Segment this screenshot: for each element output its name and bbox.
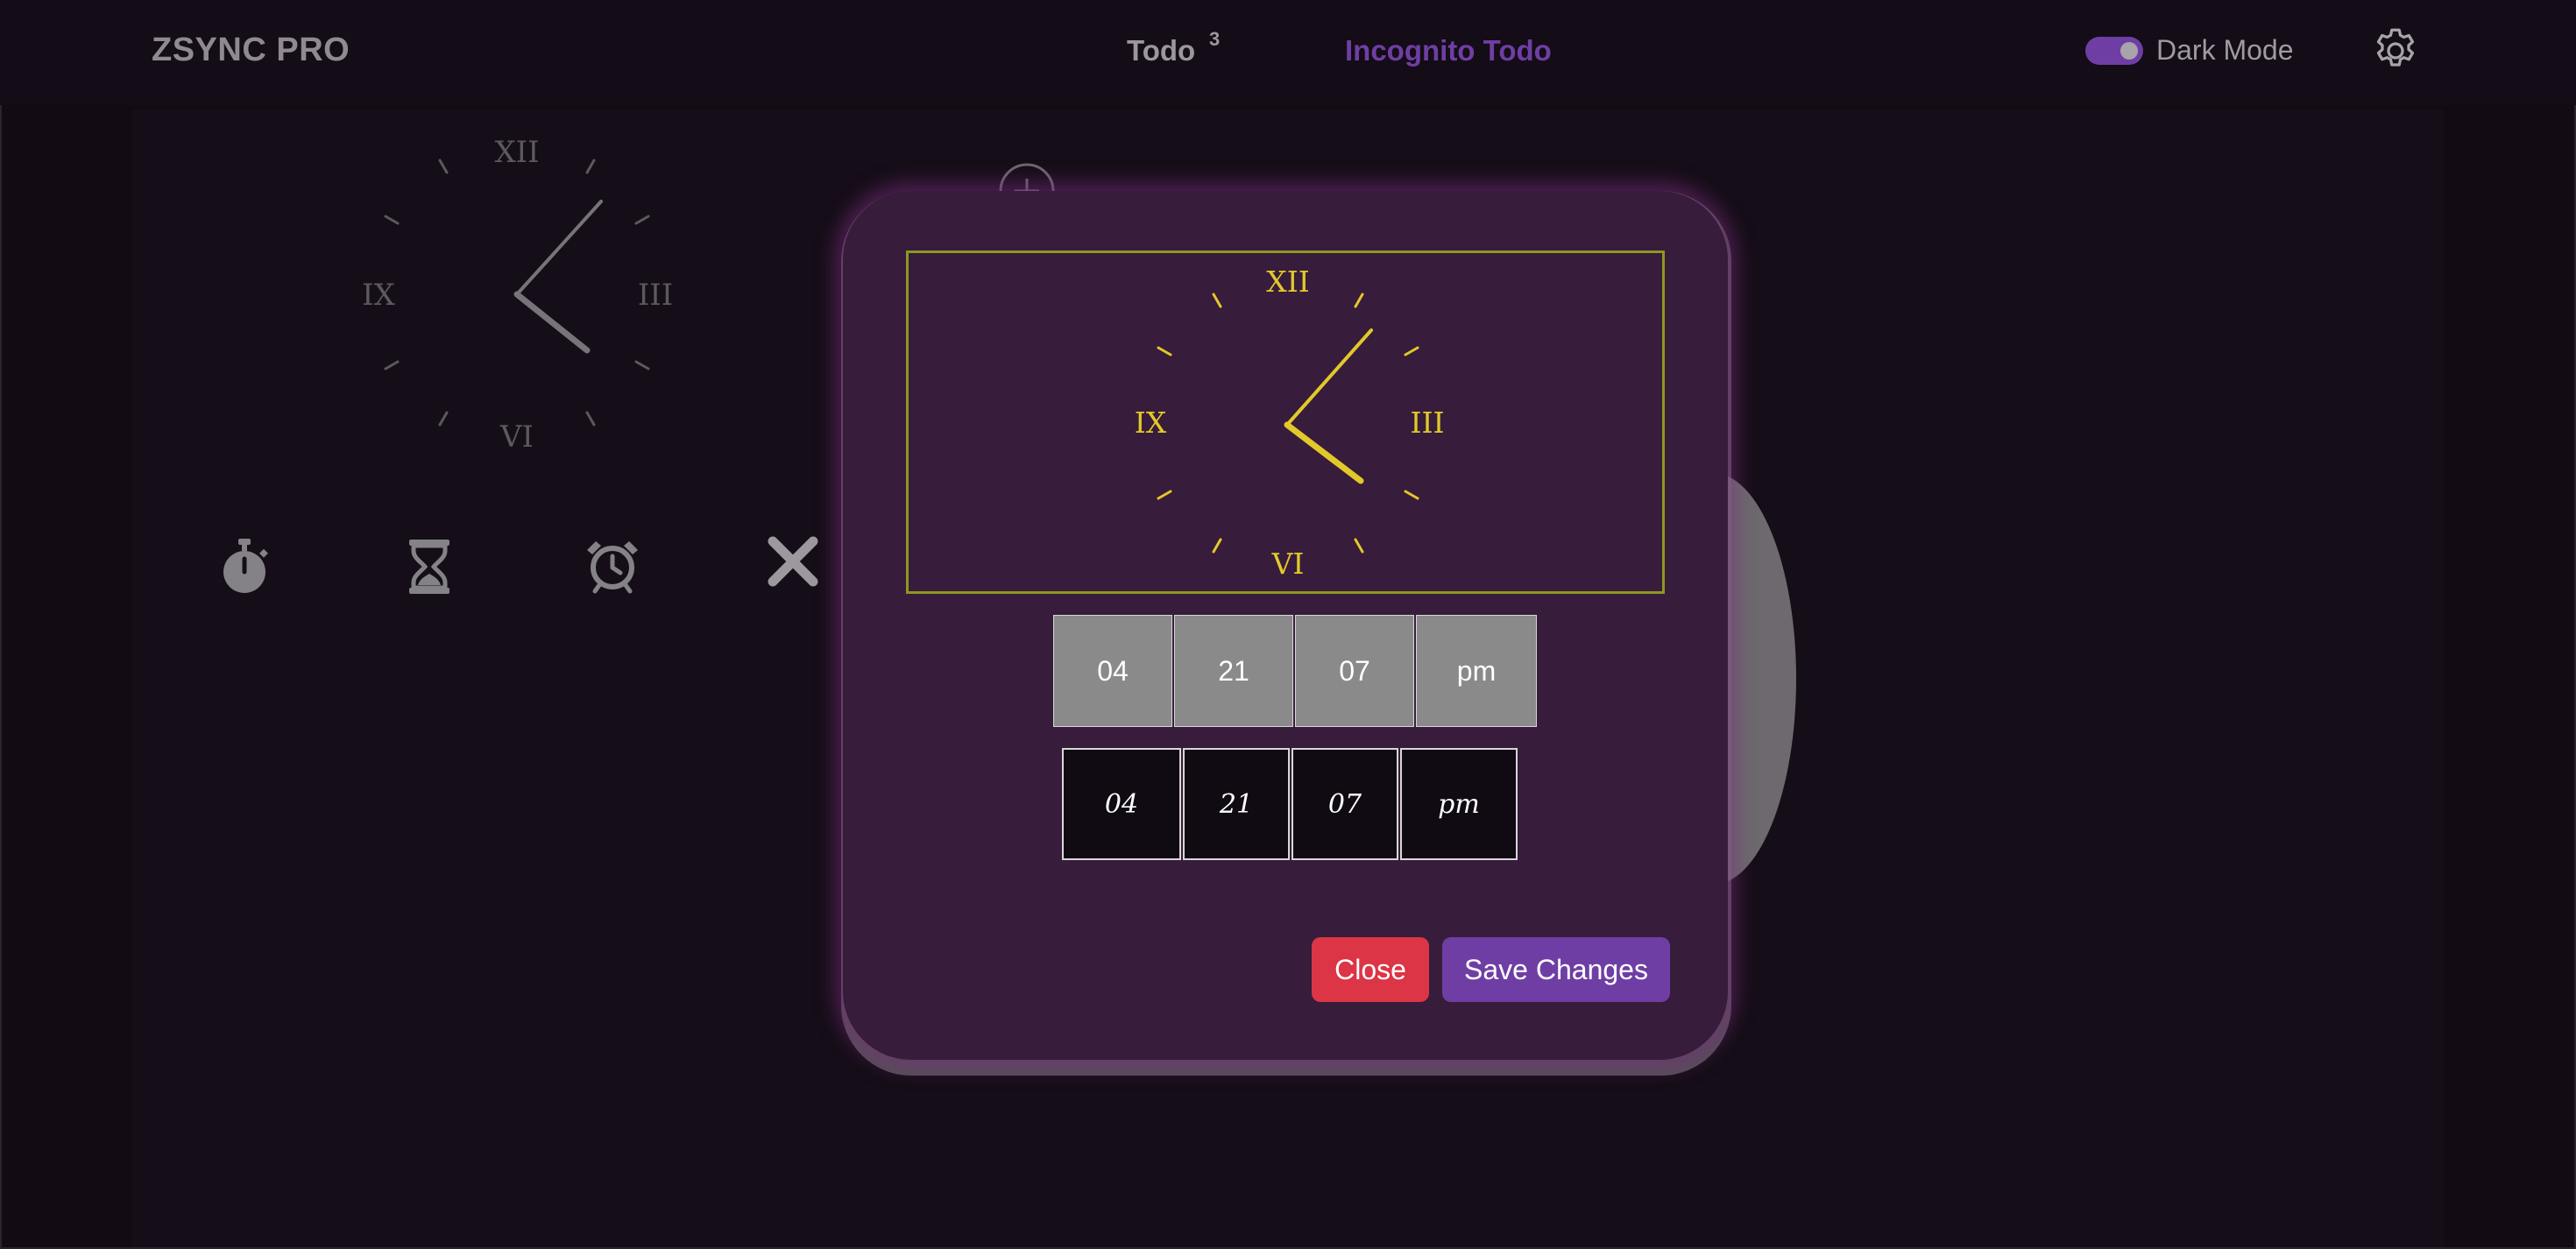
time-picker-modal: XII III VI IX 04 21 07 pm 04 21 07 pm Cl… bbox=[843, 191, 1728, 1060]
background-analog-clock: XII III VI IX bbox=[349, 133, 685, 459]
numeral-6: VI bbox=[499, 420, 534, 455]
minute-display: 21 bbox=[1183, 748, 1290, 860]
minute-hand bbox=[1285, 328, 1373, 427]
dark-mode-toggle[interactable] bbox=[2085, 37, 2143, 65]
ampm-input[interactable]: pm bbox=[1416, 615, 1537, 727]
hour-hand bbox=[513, 291, 591, 354]
alarm-clock-icon[interactable] bbox=[582, 534, 643, 596]
toggle-knob bbox=[2120, 42, 2138, 60]
close-button[interactable]: Close bbox=[1312, 937, 1429, 1002]
hour-input[interactable]: 04 bbox=[1053, 615, 1172, 727]
second-input[interactable]: 07 bbox=[1295, 615, 1414, 727]
hour-display: 04 bbox=[1062, 748, 1181, 860]
numeral-3: III bbox=[1410, 406, 1444, 440]
numeral-12: XII bbox=[494, 135, 539, 170]
gear-icon[interactable] bbox=[2369, 25, 2422, 77]
hour-hand bbox=[1284, 421, 1364, 484]
dark-mode-label: Dark Mode bbox=[2156, 34, 2294, 66]
todo-count-badge: 3 bbox=[1209, 28, 1221, 50]
minute-input[interactable]: 21 bbox=[1174, 615, 1293, 727]
brand-logo[interactable]: ZSYNC PRO bbox=[152, 32, 350, 69]
save-changes-button[interactable]: Save Changes bbox=[1442, 937, 1670, 1002]
hourglass-icon[interactable] bbox=[399, 536, 460, 597]
numeral-3: III bbox=[638, 278, 673, 313]
second-display: 07 bbox=[1292, 748, 1398, 860]
modal-analog-clock: XII III VI IX bbox=[906, 251, 1665, 594]
numeral-9: IX bbox=[1135, 406, 1167, 440]
nav-incognito-todo-link[interactable]: Incognito Todo bbox=[1345, 34, 1552, 67]
time-input-row: 04 21 07 pm bbox=[1053, 615, 1537, 727]
numeral-9: IX bbox=[362, 278, 395, 313]
numeral-6: VI bbox=[1271, 547, 1305, 581]
nav-todo-link[interactable]: Todo bbox=[1127, 34, 1195, 67]
numeral-12: XII bbox=[1266, 265, 1310, 299]
time-display-row: 04 21 07 pm bbox=[1062, 748, 1518, 860]
top-navbar: ZSYNC PRO Todo 3 Incognito Todo Dark Mod… bbox=[0, 0, 2576, 105]
close-icon[interactable] bbox=[762, 531, 824, 592]
minute-hand bbox=[515, 200, 603, 296]
stopwatch-icon[interactable] bbox=[214, 535, 275, 596]
ampm-display: pm bbox=[1400, 748, 1518, 860]
